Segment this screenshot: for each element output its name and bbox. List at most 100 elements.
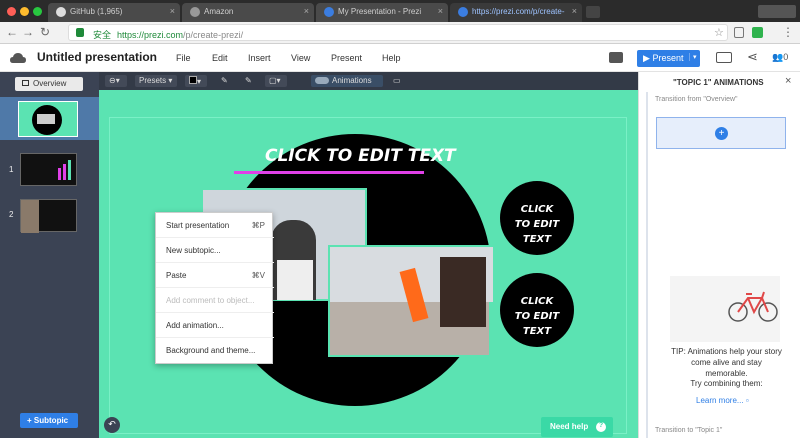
menu-item-new-subtopic[interactable]: New subtopic... — [156, 238, 274, 263]
lock-icon — [76, 28, 84, 37]
need-help-label: Need help — [550, 422, 589, 431]
menu-item-start-presentation[interactable]: Start presentation ⌘P — [156, 213, 274, 238]
overview-button[interactable]: Overview — [15, 77, 83, 91]
overview-thumbnail[interactable] — [18, 101, 78, 137]
animations-toggle[interactable]: Animations — [311, 75, 383, 87]
close-tab-icon[interactable]: × — [438, 6, 443, 16]
add-animation-slot[interactable]: + — [656, 117, 786, 149]
prezi-canvas[interactable]: CLICK TO EDIT TEXT CLICK TO EDIT TEXT CL… — [99, 90, 638, 438]
menu-item-paste[interactable]: Paste ⌘V — [156, 263, 274, 288]
transition-to-label: Transition to "Topic 1" — [655, 427, 723, 434]
cloud-icon[interactable] — [10, 52, 26, 64]
shield-icon[interactable] — [734, 27, 744, 38]
overview-icon — [22, 80, 29, 86]
menu-insert[interactable]: Insert — [248, 53, 271, 63]
add-animation-plus-icon[interactable]: + — [715, 127, 728, 140]
profile-badge[interactable] — [758, 5, 796, 18]
add-subtopic-button[interactable]: + Subtopic — [20, 413, 78, 428]
comment-icon[interactable]: ▭ — [389, 75, 403, 87]
prezi-icon — [324, 7, 334, 17]
comments-icon[interactable] — [609, 52, 623, 63]
back-arrow-icon[interactable]: ← — [6, 25, 18, 39]
presentation-title[interactable]: Untitled presentation — [37, 50, 157, 64]
maximize-window-button[interactable] — [33, 7, 42, 16]
tab-label: Amazon — [204, 7, 234, 16]
menu-help[interactable]: Help — [382, 53, 401, 63]
color-dropdown[interactable]: ▾ — [185, 75, 207, 87]
learn-more-label: Learn more... — [696, 396, 744, 405]
menu-file[interactable]: File — [176, 53, 191, 63]
people-icon: 👥 — [772, 52, 784, 62]
menu-item-background-theme[interactable]: Background and theme... — [156, 338, 274, 363]
menu-item-add-animation[interactable]: Add animation... — [156, 313, 274, 338]
topic-title-text[interactable]: CLICK TO EDIT TEXT — [265, 146, 456, 166]
shape-style-dropdown[interactable]: ⊖▾ — [105, 75, 127, 87]
browser-tab-github[interactable]: GitHub (1,965) × — [48, 3, 180, 22]
slide-number: 1 — [9, 165, 14, 174]
need-help-button[interactable]: Need help ? — [541, 417, 613, 437]
close-tab-icon[interactable]: × — [304, 6, 309, 16]
minimize-window-button[interactable] — [20, 7, 29, 16]
external-link-icon: ▫ — [745, 396, 749, 405]
line-pen-icon[interactable]: ✎ — [241, 75, 257, 87]
present-label: Present — [652, 53, 684, 63]
forward-arrow-icon[interactable]: → — [22, 25, 34, 39]
browser-tab-prezi[interactable]: My Presentation - Prezi × — [316, 3, 448, 22]
menu-item-label: Paste — [166, 271, 187, 280]
menu-item-label: New subtopic... — [166, 246, 221, 255]
circle-text-1[interactable]: CLICK TO EDIT TEXT — [512, 202, 562, 247]
tip-text-2: Try combining them: — [690, 379, 763, 388]
help-icon: ? — [596, 422, 606, 432]
tip-text: TIP: Animations help your story come ali… — [671, 347, 782, 378]
menu-edit[interactable]: Edit — [212, 53, 228, 63]
browser-tab-prezi-create[interactable]: https://prezi.com/p/create- × — [450, 3, 582, 22]
browser-tab-amazon[interactable]: Amazon × — [182, 3, 314, 22]
extension-icon[interactable] — [752, 27, 763, 38]
presets-label: Presets — [139, 76, 167, 85]
transition-from-label: Transition from "Overview" — [655, 96, 738, 103]
app-header: Untitled presentation File Edit Insert V… — [0, 44, 800, 72]
topic-2-thumbnail[interactable] — [20, 199, 77, 233]
browser-tab-bar: GitHub (1,965) × Amazon × My Presentatio… — [0, 0, 800, 22]
new-tab-button[interactable] — [586, 6, 600, 18]
learn-more-link[interactable]: Learn more... ▫ — [696, 396, 749, 405]
menu-item-label: Add animation... — [166, 321, 224, 330]
close-tab-icon[interactable]: × — [572, 6, 577, 16]
close-window-button[interactable] — [7, 7, 16, 16]
canvas-toolbar: ⊖▾ Presets ▾ ▾ ✎ ✎ ▢▾ Animations ▭ — [99, 72, 638, 90]
topics-sidebar: Overview 1 2 + Subtopic — [0, 72, 99, 438]
subtopic-label: Subtopic — [33, 416, 69, 425]
menu-item-add-comment: Add comment to object... — [156, 288, 274, 313]
url-path: /p/create-prezi/ — [183, 30, 244, 40]
tab-label: My Presentation - Prezi — [338, 7, 422, 16]
title-underline — [234, 171, 424, 174]
chevron-down-icon[interactable]: ▾ — [689, 53, 697, 61]
url-field[interactable]: 安全 https://prezi.com/p/create-prezi/ — [68, 24, 728, 41]
border-dropdown[interactable]: ▢▾ — [265, 75, 287, 87]
play-icon: ▶ — [643, 53, 650, 63]
tip-illustration — [670, 276, 780, 342]
more-menu-icon[interactable]: ⋮ — [782, 25, 794, 39]
share-icon[interactable]: ⋖ — [747, 49, 758, 65]
close-tab-icon[interactable]: × — [170, 6, 175, 16]
map-pin-icon — [190, 7, 200, 17]
slide-number: 2 — [9, 210, 14, 219]
close-panel-icon[interactable]: × — [785, 75, 791, 87]
star-icon[interactable]: ☆ — [714, 26, 724, 39]
photo-sneakers[interactable] — [328, 245, 493, 357]
monitor-icon[interactable] — [716, 52, 732, 63]
reload-icon[interactable]: ↻ — [40, 25, 50, 39]
present-button[interactable]: ▶ Present ▾ — [637, 50, 700, 67]
menu-present[interactable]: Present — [331, 53, 362, 63]
tab-label: GitHub (1,965) — [70, 7, 123, 16]
menu-item-label: Start presentation — [166, 221, 230, 230]
menu-view[interactable]: View — [291, 53, 310, 63]
github-icon — [56, 7, 66, 17]
address-bar: ← → ↻ 安全 https://prezi.com/p/create-prezi… — [0, 22, 800, 44]
back-navigation-button[interactable]: ↶ — [104, 417, 120, 433]
circle-text-2[interactable]: CLICK TO EDIT TEXT — [512, 294, 562, 339]
pen-icon[interactable]: ✎ — [217, 75, 233, 87]
collaborators-button[interactable]: 👥0 — [772, 52, 788, 63]
topic-1-thumbnail[interactable] — [20, 153, 77, 186]
presets-dropdown[interactable]: Presets ▾ — [135, 75, 177, 87]
